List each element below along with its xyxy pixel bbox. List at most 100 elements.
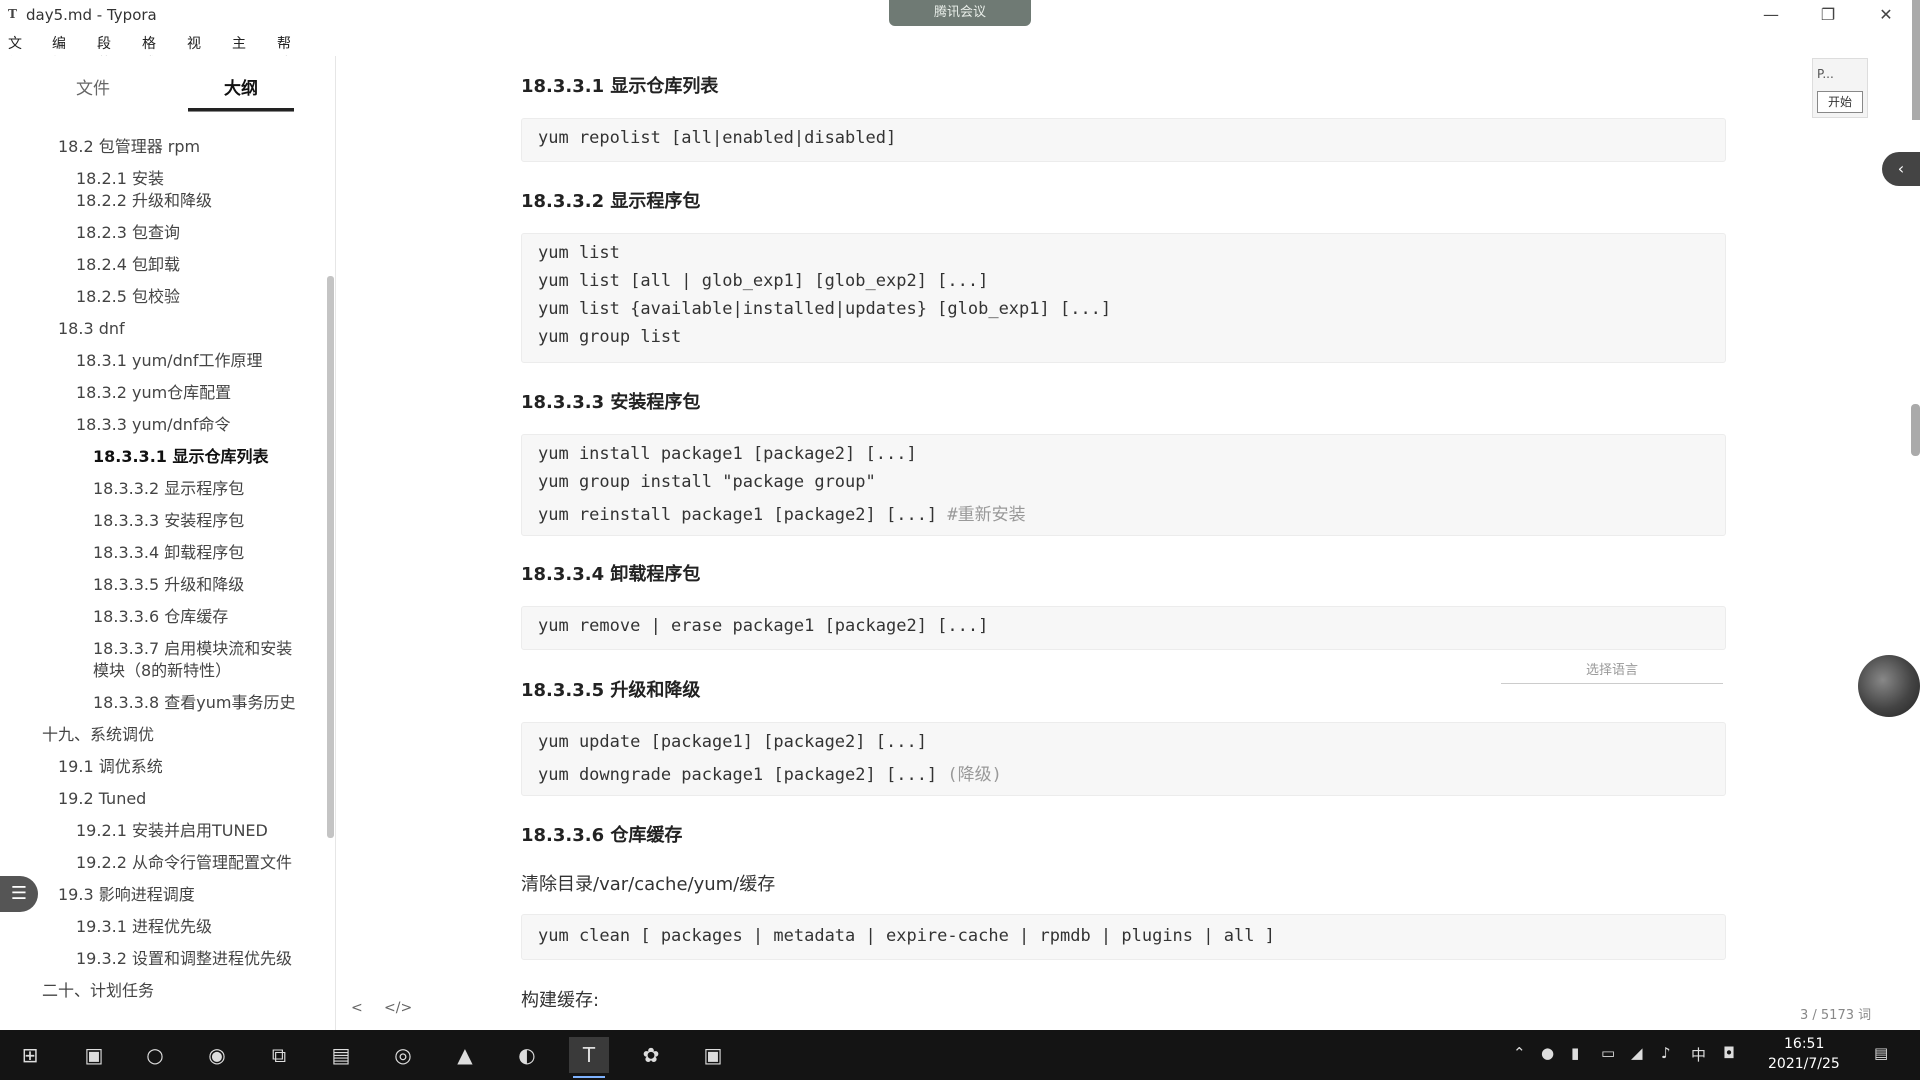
code-line: yum group install "package group" [538, 472, 876, 492]
code-text: yum downgrade package1 [package2] [...] [538, 765, 948, 785]
outline-toggle-icon[interactable]: ☰ [0, 876, 38, 912]
maximize-button[interactable]: ❐ [1813, 4, 1843, 26]
notification-icon[interactable]: ▤ [1874, 1044, 1888, 1062]
app-icon[interactable]: ◐ [507, 1037, 547, 1073]
minimize-button[interactable]: — [1756, 4, 1786, 26]
wechat-icon[interactable]: ◉ [197, 1037, 237, 1073]
code-block[interactable]: yum list yum list [all | glob_exp1] [glo… [521, 233, 1726, 363]
outline-item[interactable]: 18.2.3 包查询 [76, 222, 180, 244]
editor-scrollbar[interactable] [1911, 404, 1920, 456]
heading-install[interactable]: 18.3.3.3 安装程序包 [521, 388, 700, 414]
code-line: yum list {available|installed|updates} [… [538, 299, 1112, 319]
explorer-icon[interactable]: ▤ [321, 1037, 361, 1073]
app-icon[interactable]: ◎ [383, 1037, 423, 1073]
outline-item[interactable]: 18.3.3.8 查看yum事务历史 [93, 692, 295, 714]
tab-outline[interactable]: 大纲 [224, 74, 258, 99]
network-icon[interactable]: ◢ [1631, 1044, 1643, 1062]
floating-panel: P... 开始 [1812, 58, 1868, 118]
outline-item[interactable]: 18.2.2 升级和降级 [76, 190, 212, 212]
outline-item[interactable]: 18.3.3.3 安装程序包 [93, 510, 244, 532]
code-line: yum install package1 [package2] [...] [538, 444, 917, 464]
source-code-icon[interactable]: </> [384, 1000, 412, 1016]
battery-icon[interactable]: ▭ [1601, 1044, 1615, 1062]
microphone-icon[interactable]: ▮ [1571, 1044, 1579, 1062]
outline-item[interactable]: 19.3 影响进程调度 [58, 884, 195, 906]
start-button[interactable]: 开始 [1817, 91, 1863, 113]
code-text: yum reinstall package1 [package2] [...] [538, 505, 948, 525]
code-line: yum clean [ packages | metadata | expire… [538, 926, 1275, 946]
outline-item[interactable]: 18.3.3.7 启用模块流和安装 [93, 638, 292, 660]
language-select[interactable]: 选择语言 [1501, 658, 1723, 684]
panel-label: P... [1817, 67, 1834, 81]
code-block[interactable]: yum install package1 [package2] [...] yu… [521, 434, 1726, 536]
paragraph[interactable]: 构建缓存: [521, 986, 599, 1012]
outline-item[interactable]: 19.1 调优系统 [58, 756, 163, 778]
outline-item[interactable]: 18.3.3.1 显示仓库列表 [93, 446, 268, 468]
outline-item[interactable]: 19.2 Tuned [58, 788, 146, 810]
outline-item[interactable]: 二十、计划任务 [42, 980, 154, 1002]
outline-item[interactable]: 19.2.2 从命令行管理配置文件 [76, 852, 292, 874]
app-icon[interactable]: ▣ [74, 1037, 114, 1073]
outline-item[interactable]: 模块（8的新特性） [93, 660, 231, 682]
outline-item[interactable]: 18.3.3.2 显示程序包 [93, 478, 244, 500]
outline-item[interactable]: 18.2.5 包校验 [76, 286, 180, 308]
outline-item[interactable]: 18.3.1 yum/dnf工作原理 [76, 350, 263, 372]
tab-divider [188, 111, 294, 112]
chevron-left-icon[interactable]: < [351, 1000, 363, 1016]
photos-icon[interactable]: ▲ [445, 1037, 485, 1073]
outline-item[interactable]: 18.2 包管理器 rpm [58, 136, 200, 158]
meeting-indicator[interactable]: 腾讯会议 [889, 0, 1031, 26]
outline-item[interactable]: 18.2.4 包卸载 [76, 254, 180, 276]
typora-taskbar-icon[interactable]: T [569, 1037, 609, 1078]
heading-update[interactable]: 18.3.3.5 升级和降级 [521, 676, 700, 702]
window-edge-right [1912, 0, 1920, 120]
code-line: yum list [538, 243, 620, 263]
tab-files[interactable]: 文件 [76, 74, 110, 99]
tray-app-icon[interactable]: ◘ [1723, 1044, 1735, 1062]
code-line: yum downgrade package1 [package2] [...] … [538, 760, 1002, 785]
close-button[interactable]: ✕ [1871, 4, 1901, 26]
clock-time[interactable]: 16:51 [1784, 1036, 1824, 1052]
outline-item[interactable]: 18.3.3.5 升级和降级 [93, 574, 244, 596]
heading-remove[interactable]: 18.3.3.4 卸载程序包 [521, 560, 700, 586]
word-count[interactable]: 3 / 5173 词 [1800, 1004, 1871, 1023]
code-line: yum group list [538, 327, 682, 347]
outline-item[interactable]: 19.2.1 安装并启用TUNED [76, 820, 268, 842]
input-method[interactable]: 中 [1691, 1044, 1706, 1065]
sidebar-scrollbar[interactable] [327, 276, 334, 838]
clock-date[interactable]: 2021/7/25 [1768, 1056, 1840, 1072]
code-block[interactable]: yum remove | erase package1 [package2] [… [521, 606, 1726, 650]
outline-item[interactable]: 十九、系统调优 [42, 724, 154, 746]
typora-app-icon: T [8, 7, 17, 21]
code-comment: #重新安装 [947, 505, 1026, 525]
avatar[interactable] [1858, 655, 1920, 717]
meeting-app-icon[interactable]: ✿ [631, 1037, 671, 1073]
heading-repolist[interactable]: 18.3.3.1 显示仓库列表 [521, 72, 718, 98]
outline-item[interactable]: 19.3.2 设置和调整进程优先级 [76, 948, 292, 970]
windows-start-icon[interactable]: ⊞ [10, 1037, 50, 1073]
volume-icon[interactable]: ♪ [1661, 1044, 1671, 1062]
search-icon[interactable]: ○ [135, 1037, 175, 1073]
outline-item[interactable]: 18.3 dnf [58, 318, 125, 340]
code-block[interactable]: yum update [package1] [package2] [...] y… [521, 722, 1726, 796]
outline-item[interactable]: 18.3.3.4 卸载程序包 [93, 542, 244, 564]
code-line: yum reinstall package1 [package2] [...] … [538, 500, 1026, 525]
heading-list[interactable]: 18.3.3.2 显示程序包 [521, 187, 700, 213]
outline-item[interactable]: 18.3.3 yum/dnf命令 [76, 414, 231, 436]
paragraph[interactable]: 清除目录/var/cache/yum/缓存 [521, 870, 775, 896]
chevron-left-icon[interactable]: ‹ [1882, 152, 1920, 186]
code-line: yum list [all | glob_exp1] [glob_exp2] [… [538, 271, 989, 291]
tray-expand-icon[interactable]: ⌃ [1513, 1044, 1526, 1062]
outline-item[interactable]: 18.2.1 安装 [76, 168, 164, 190]
app-icon[interactable]: ▣ [693, 1037, 733, 1073]
task-view-icon[interactable]: ⧉ [259, 1037, 299, 1073]
code-block[interactable]: yum repolist [all|enabled|disabled] [521, 118, 1726, 162]
heading-cache[interactable]: 18.3.3.6 仓库缓存 [521, 821, 682, 847]
tray-app-icon[interactable]: ● [1541, 1044, 1554, 1062]
outline-item[interactable]: 18.3.3.6 仓库缓存 [93, 606, 228, 628]
outline-item[interactable]: 19.3.1 进程优先级 [76, 916, 212, 938]
code-line: yum repolist [all|enabled|disabled] [538, 128, 897, 148]
code-block[interactable]: yum clean [ packages | metadata | expire… [521, 914, 1726, 960]
taskbar: ⊞ ▣ ○ ◉ ⧉ ▤ ◎ ▲ ◐ T ✿ ▣ ⌃ ● ▮ ▭ ◢ ♪ 中 ◘ … [0, 1030, 1920, 1080]
outline-item[interactable]: 18.3.2 yum仓库配置 [76, 382, 231, 404]
